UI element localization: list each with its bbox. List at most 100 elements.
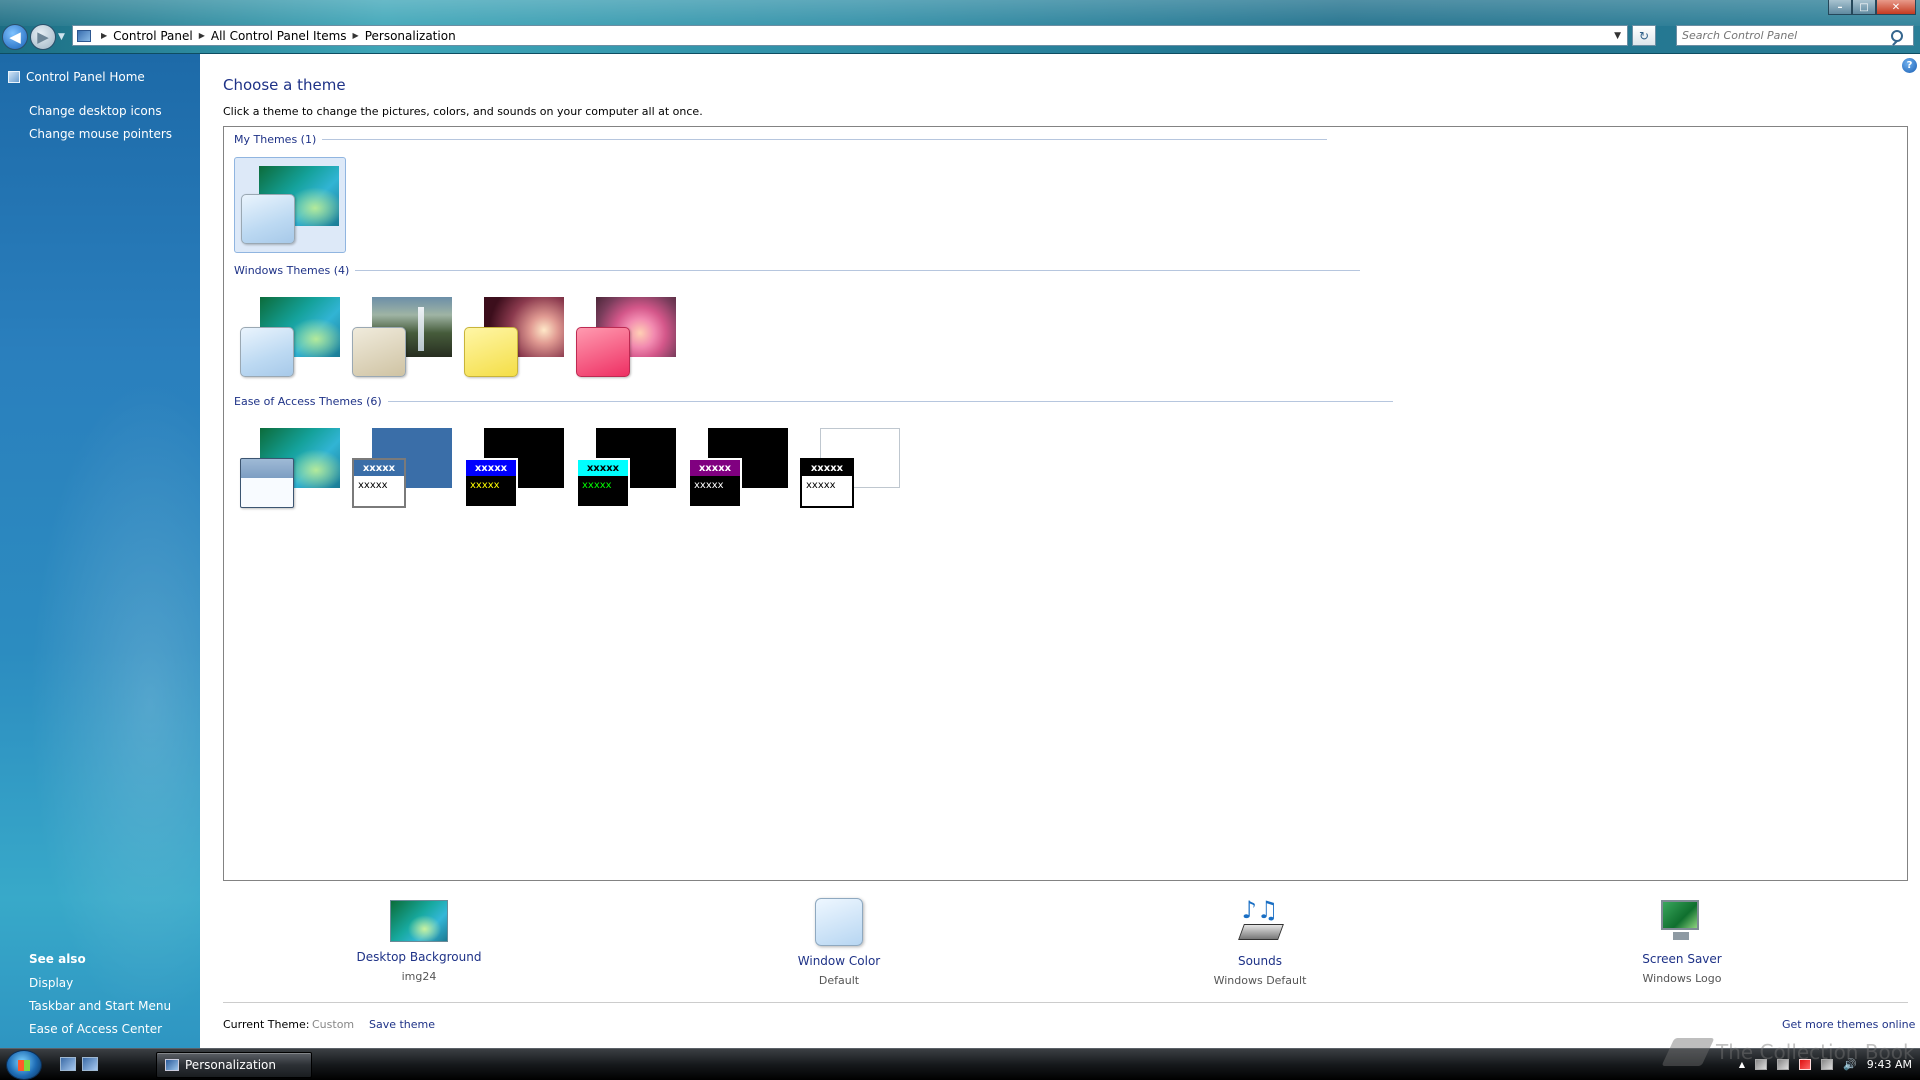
taskbar-start-menu-link[interactable]: Taskbar and Start Menu	[29, 999, 171, 1013]
search-input[interactable]	[1677, 29, 1889, 42]
theme-light-auras[interactable]	[458, 289, 570, 385]
chevron-right-icon[interactable]: ▶	[199, 31, 205, 40]
group-divider	[387, 401, 1393, 402]
title-bar: – □ ✕ ◀ ▶ ▼ ▶ Control Panel ▶ All Contro…	[0, 0, 1920, 54]
theme-list[interactable]: My Themes (1) Windows Themes (4) Ease of…	[223, 126, 1908, 881]
address-dropdown-icon[interactable]: ▼	[1608, 31, 1627, 41]
theme-window-preview	[576, 327, 630, 377]
taskbar-item-personalization[interactable]: Personalization	[156, 1052, 312, 1078]
theme-window-preview	[240, 458, 294, 508]
desktop-background-value: img24	[401, 970, 437, 983]
group-windows-themes-label: Windows Themes (4)	[234, 264, 350, 277]
page-title: Choose a theme	[223, 76, 346, 94]
screen-saver-control[interactable]: Screen Saver Windows Logo	[1600, 898, 1764, 985]
control-panel-home-label: Control Panel Home	[26, 70, 145, 84]
theme-flowers[interactable]	[570, 289, 682, 385]
book-icon	[1661, 1038, 1715, 1066]
theme-window-preview	[464, 327, 518, 377]
current-theme-label: Current Theme:	[223, 1018, 310, 1031]
group-divider	[322, 139, 1328, 140]
sounds-icon: ♪♫	[1235, 898, 1285, 946]
refresh-icon: ↻	[1638, 28, 1650, 43]
address-bar[interactable]: ▶ Control Panel ▶ All Control Panel Item…	[72, 25, 1628, 46]
task-pane: Control Panel Home Change desktop icons …	[0, 54, 200, 1048]
theme-windows-classic[interactable]: xxxxx xxxxx	[346, 420, 458, 516]
theme-window-preview: xxxxx xxxxx	[800, 458, 854, 508]
theme-high-contrast-2[interactable]: xxxxx xxxxx	[570, 420, 682, 516]
group-my-themes-label: My Themes (1)	[234, 133, 317, 146]
display-link[interactable]: Display	[29, 976, 73, 990]
theme-window-preview: xxxxx xxxxx	[352, 458, 406, 508]
hc-title-bar: xxxxx	[354, 460, 404, 476]
minimize-button[interactable]: –	[1828, 0, 1852, 15]
theme-my-custom[interactable]	[234, 157, 346, 253]
monitor-screen	[1661, 900, 1699, 930]
hc-title-bar: xxxxx	[802, 460, 852, 476]
maximize-button[interactable]: □	[1852, 0, 1876, 15]
theme-landscapes[interactable]	[346, 289, 458, 385]
window-color-label[interactable]: Window Color	[757, 954, 921, 968]
breadcrumb-personalization[interactable]: Personalization	[365, 29, 456, 43]
screen-saver-value: Windows Logo	[1642, 972, 1722, 985]
group-divider	[355, 270, 1361, 271]
sounds-label[interactable]: Sounds	[1178, 954, 1342, 968]
hc-title-bar: xxxxx	[690, 460, 740, 476]
back-arrow-icon: ◀	[9, 28, 21, 46]
switch-windows-icon[interactable]	[82, 1057, 98, 1071]
window-color-icon	[815, 898, 863, 946]
watermark: The Collection Book	[1661, 1038, 1915, 1066]
change-desktop-icons-link[interactable]: Change desktop icons	[29, 104, 162, 118]
theme-windows-vista[interactable]	[234, 289, 346, 385]
breadcrumb-control-panel[interactable]: Control Panel	[113, 29, 193, 43]
chevron-right-icon[interactable]: ▶	[353, 31, 359, 40]
save-theme-link[interactable]: Save theme	[369, 1018, 435, 1031]
get-more-themes-link[interactable]: Get more themes online	[1782, 1018, 1915, 1031]
hc-title-bar: xxxxx	[578, 460, 628, 476]
theme-window-preview: xxxxx xxxxx	[464, 458, 518, 508]
desktop-background-icon	[390, 900, 448, 942]
hc-body-text: xxxxx	[358, 480, 388, 491]
current-theme-value: Custom	[312, 1018, 355, 1031]
taskbar: Personalization ▲ 🔊 9:43 AM	[0, 1048, 1920, 1080]
taskbar-item-label: Personalization	[185, 1058, 276, 1072]
start-button[interactable]	[6, 1050, 42, 1080]
sounds-control[interactable]: ♪♫ Sounds Windows Default	[1178, 898, 1342, 987]
chevron-right-icon[interactable]: ▶	[101, 31, 107, 40]
ease-of-access-center-link[interactable]: Ease of Access Center	[29, 1022, 162, 1036]
forward-arrow-icon: ▶	[37, 28, 49, 46]
show-desktop-icon[interactable]	[60, 1057, 76, 1071]
breadcrumb-all-items[interactable]: All Control Panel Items	[211, 29, 347, 43]
window-color-value: Default	[818, 974, 860, 987]
desktop-background-label[interactable]: Desktop Background	[337, 950, 501, 964]
window-controls: – □ ✕	[1828, 0, 1916, 15]
refresh-button[interactable]: ↻	[1632, 25, 1656, 46]
hc-body-text: xxxxx	[470, 480, 500, 491]
help-icon[interactable]: ?	[1902, 58, 1917, 73]
theme-window-preview	[241, 194, 295, 244]
sounds-value: Windows Default	[1213, 974, 1307, 987]
footer-divider	[223, 1002, 1908, 1003]
search-icon[interactable]	[1891, 29, 1903, 42]
close-button[interactable]: ✕	[1876, 0, 1916, 15]
control-panel-home-link[interactable]: Control Panel Home	[8, 70, 145, 84]
page-subtitle: Click a theme to change the pictures, co…	[223, 105, 703, 118]
recent-pages-dropdown-icon[interactable]: ▼	[58, 32, 65, 42]
theme-high-contrast-white[interactable]: xxxxx xxxxx	[794, 420, 906, 516]
theme-windows-basic[interactable]	[234, 420, 346, 516]
screen-saver-label[interactable]: Screen Saver	[1600, 952, 1764, 966]
group-windows-themes: Windows Themes (4)	[234, 264, 1361, 277]
hc-body-text: xxxxx	[694, 480, 724, 491]
group-ease-of-access-themes: Ease of Access Themes (6)	[234, 395, 1393, 408]
theme-window-preview: xxxxx xxxxx	[688, 458, 742, 508]
keyboard-icon	[1238, 924, 1284, 940]
forward-button[interactable]: ▶	[30, 24, 56, 50]
theme-high-contrast-1[interactable]: xxxxx xxxxx	[458, 420, 570, 516]
change-mouse-pointers-link[interactable]: Change mouse pointers	[29, 127, 172, 141]
search-box[interactable]	[1676, 25, 1914, 46]
personalization-icon	[165, 1059, 179, 1071]
desktop-background-control[interactable]: Desktop Background img24	[337, 900, 501, 983]
back-button[interactable]: ◀	[2, 24, 28, 50]
theme-high-contrast-black[interactable]: xxxxx xxxxx	[682, 420, 794, 516]
monitor-stand	[1673, 932, 1689, 940]
window-color-control[interactable]: Window Color Default	[757, 898, 921, 987]
